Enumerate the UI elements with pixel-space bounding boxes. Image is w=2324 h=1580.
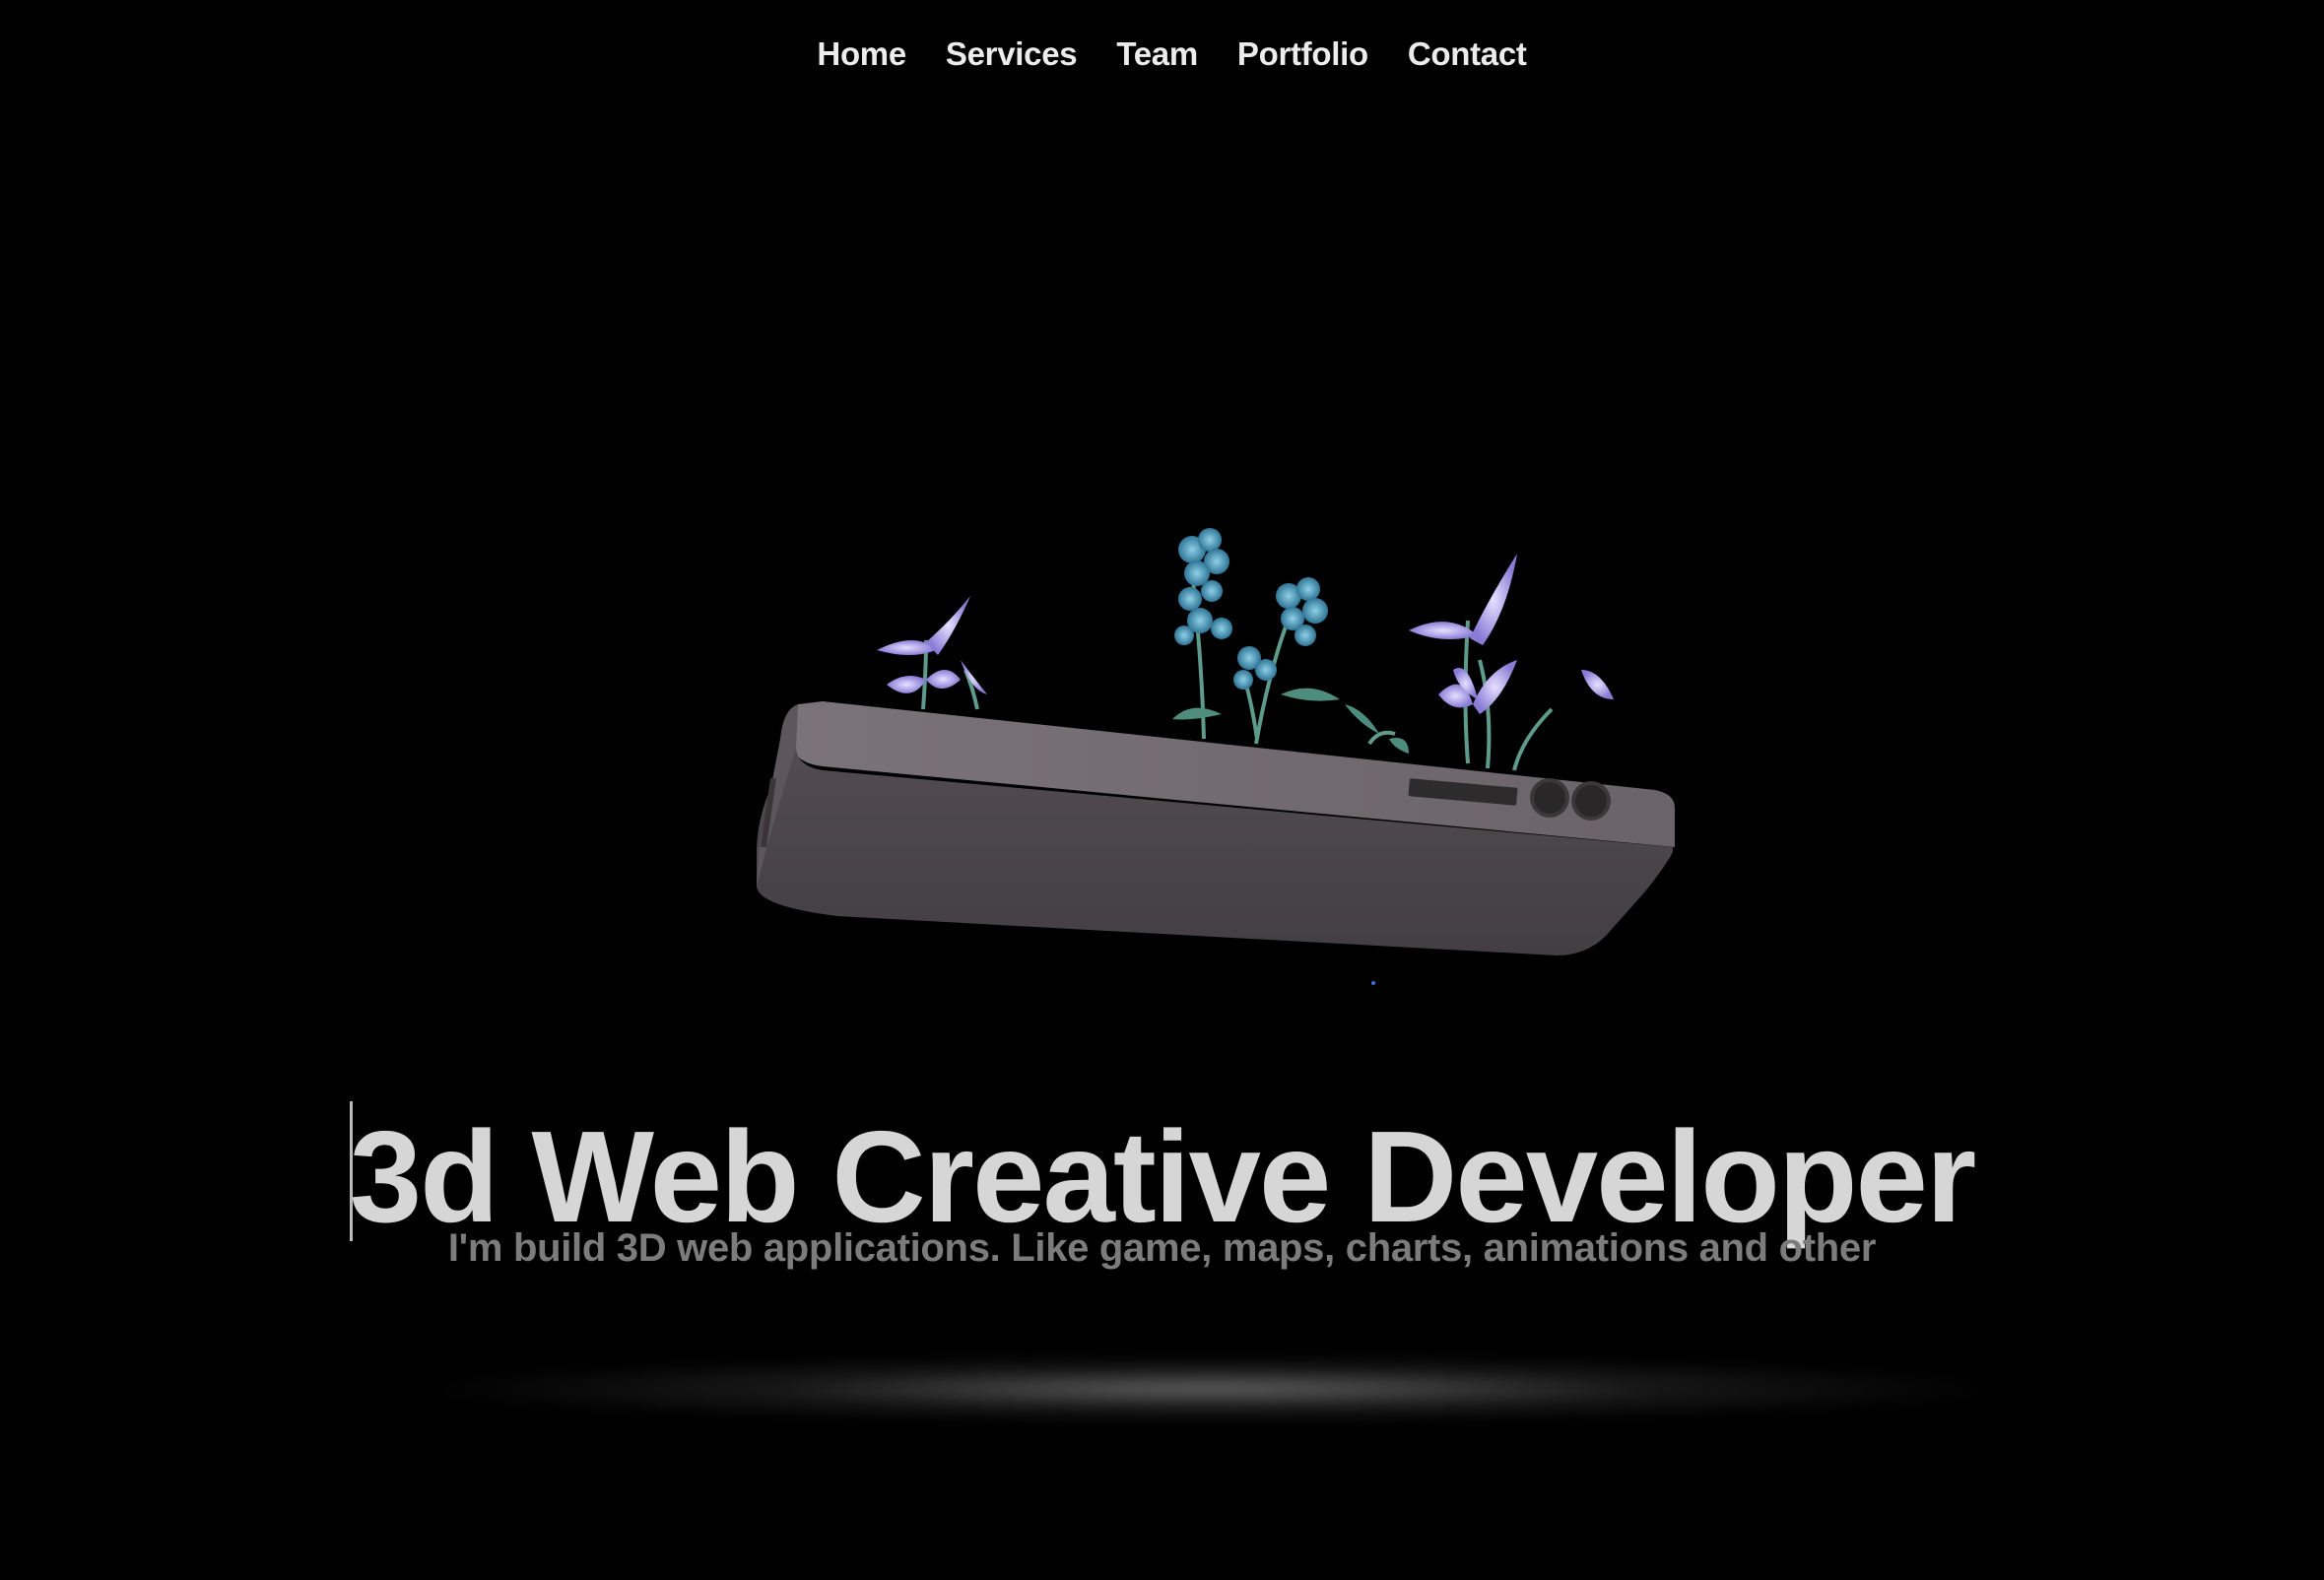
phone-button-1 — [1530, 778, 1569, 818]
blue-dot — [1371, 981, 1375, 985]
blue-flowers — [1174, 528, 1328, 690]
purple-flowers-right — [1409, 554, 1614, 714]
nav-list: Home Services Team Portfolio Contact — [817, 35, 1526, 73]
nav-team-link[interactable]: Team — [1116, 35, 1198, 73]
phone-button-2 — [1571, 781, 1611, 821]
main-nav: Home Services Team Portfolio Contact — [0, 30, 2324, 79]
nav-portfolio-link[interactable]: Portfolio — [1237, 35, 1368, 73]
page-subtitle: I'm build 3D web applications. Like game… — [447, 1226, 1877, 1270]
nav-home-link[interactable]: Home — [817, 35, 906, 73]
phone-flowers-svg — [757, 528, 1675, 985]
floor-glow — [424, 1354, 2000, 1423]
purple-flowers-left — [877, 596, 987, 694]
nav-services-link[interactable]: Services — [946, 35, 1078, 73]
nav-contact-link[interactable]: Contact — [1408, 35, 1527, 73]
phone-flowers-illustration — [729, 512, 1754, 1005]
